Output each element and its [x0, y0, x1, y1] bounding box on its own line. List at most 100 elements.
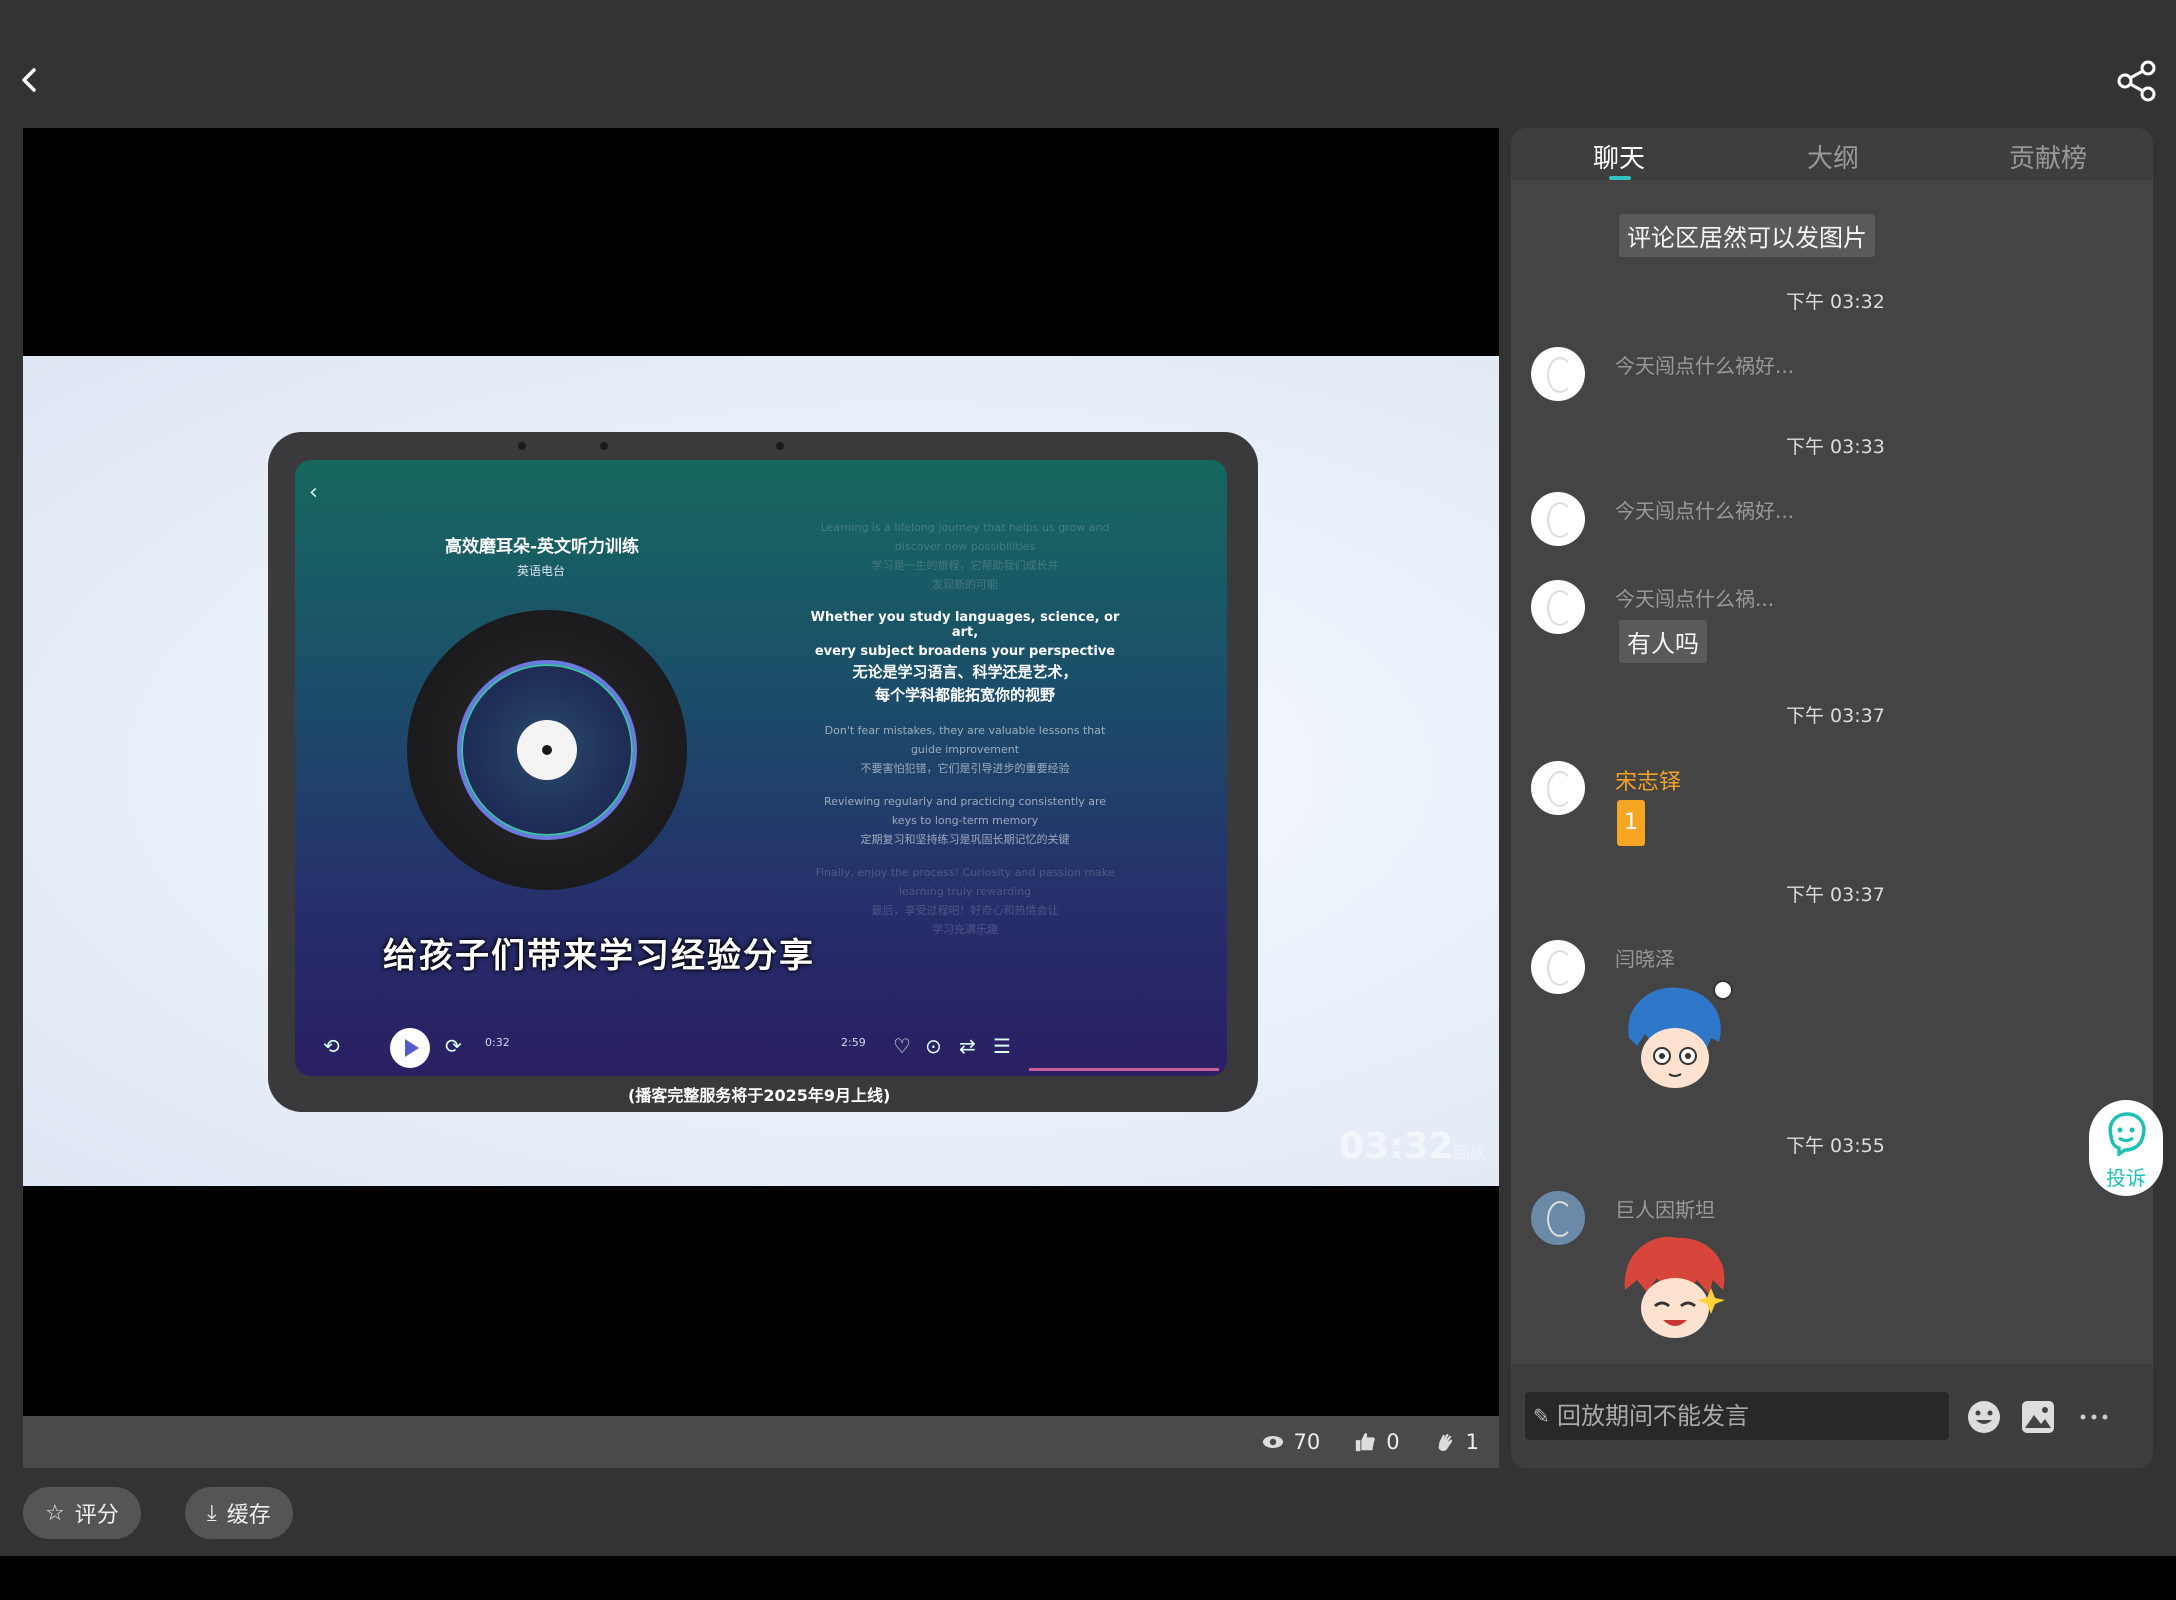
avatar-photo[interactable]	[1531, 1191, 1585, 1245]
lyric-gap	[805, 851, 1125, 865]
chat-message-bubble: 评论区居然可以发图片	[1619, 214, 1875, 257]
eye-icon	[1262, 1436, 1283, 1448]
lyric-line: Learning is a lifelong journey that help…	[820, 521, 1110, 534]
chat-input-placeholder: 回放期间不能发言	[1557, 1402, 1749, 1430]
screen-controls: ⟲ ⟳ 0:32 2:59 ♡ ⊙ ⇄ ☰	[295, 1020, 1227, 1071]
playlist-icon: ☰	[993, 1034, 1011, 1058]
clap-hands-icon	[1438, 1433, 1452, 1451]
screen-subtitle: 英语电台	[517, 564, 566, 578]
emoji-icon[interactable]	[1967, 1400, 2001, 1434]
tablet-device: ‹ 高效磨耳朵-英文听力训练 英语电台 Learning is a lifelo…	[268, 432, 1258, 1112]
sticker-blue-hair-boy[interactable]	[1615, 978, 1735, 1098]
video-player[interactable]: ‹ 高效磨耳朵-英文听力训练 英语电台 Learning is a lifelo…	[23, 128, 1499, 1416]
lyric-line: 发现新的可能	[932, 578, 998, 591]
lyric-line: Reviewing regularly and practicing consi…	[823, 795, 1107, 808]
views-stat: 70	[1262, 1430, 1321, 1454]
top-bar	[0, 0, 2176, 128]
video-frame: ‹ 高效磨耳朵-英文听力训练 英语电台 Learning is a lifelo…	[23, 356, 1499, 1186]
avatar[interactable]	[1531, 940, 1585, 994]
lyric-line: Whether you study languages, science, or…	[810, 610, 1120, 640]
chat-message-preview: 今天闯点什么祸好...	[1615, 354, 1795, 378]
lyric-line: discover new possibilities	[894, 540, 1036, 553]
chat-timestamp: 下午 03:37	[1786, 884, 1885, 906]
panel-tabs: 聊天 大纲 贡献榜	[1511, 128, 2153, 180]
pencil-icon: ✎	[1533, 1404, 1550, 1428]
lyric-line: learning truly rewarding	[898, 885, 1032, 898]
video-stats-bar: 70 0 1	[23, 1416, 1499, 1468]
complain-robot-icon	[2108, 1112, 2146, 1156]
complain-button[interactable]: 投诉	[2089, 1100, 2163, 1196]
lyric-line: 无论是学习语言、科学还是艺术，	[852, 663, 1078, 681]
thumbs-up-icon	[1356, 1432, 1376, 1452]
sticker-red-hair-boy[interactable]	[1615, 1228, 1735, 1348]
rate-button[interactable]: ☆ 评分	[23, 1487, 141, 1539]
chat-message-preview: 今天闯点什么祸...	[1615, 587, 1775, 611]
watermark-time: 03:32	[1339, 1126, 1454, 1167]
claps-stat[interactable]: 1	[1434, 1430, 1479, 1454]
avatar[interactable]	[1531, 347, 1585, 401]
chat-message-bubble: 有人吗	[1619, 620, 1707, 663]
chat-message-bubble-vip: 1	[1617, 800, 1645, 846]
share-icon[interactable]	[2116, 60, 2158, 102]
avatar[interactable]	[1531, 761, 1585, 815]
likes-count: 0	[1386, 1430, 1400, 1454]
tablet-sensor	[600, 442, 608, 450]
chat-timestamp: 下午 03:37	[1786, 705, 1885, 727]
bottom-bar	[0, 1556, 2176, 1600]
chat-timestamp: 下午 03:32	[1786, 291, 1885, 313]
avatar[interactable]	[1531, 580, 1585, 634]
chat-username[interactable]: 闫晓泽	[1615, 943, 1675, 972]
chat-panel: 聊天 大纲 贡献榜 评论区居然可以发图片 下午 03:32 今天闯点什么祸好..…	[1511, 128, 2153, 1468]
lyric-line: 每个学科都能拓宽你的视野	[874, 686, 1055, 704]
cache-button[interactable]: ⤓ 缓存	[185, 1487, 293, 1539]
chat-input-bar: ✎ 回放期间不能发言	[1511, 1364, 2153, 1468]
tab-leaderboard[interactable]: 贡献榜	[2009, 138, 2087, 175]
lyric-line: 学习是一生的旅程，它帮助我们成长并	[871, 559, 1059, 572]
screen-time-current: 0:32	[485, 1036, 510, 1049]
lyric-line: 学习充满乐趣	[932, 923, 998, 936]
tablet-screen: ‹ 高效磨耳朵-英文听力训练 英语电台 Learning is a lifelo…	[295, 460, 1227, 1076]
chat-username[interactable]: 巨人因斯坦	[1615, 1194, 1715, 1223]
chat-input[interactable]: ✎ 回放期间不能发言	[1525, 1392, 1949, 1440]
screen-back-icon: ‹	[309, 480, 318, 505]
chat-message-preview: 今天闯点什么祸好...	[1615, 499, 1795, 523]
rate-label: 评分	[74, 1503, 119, 1528]
tab-chat[interactable]: 聊天	[1593, 138, 1645, 175]
star-icon: ☆	[45, 1500, 65, 1526]
back-arrow-icon[interactable]	[14, 62, 44, 98]
lyric-line: Don't fear mistakes, they are valuable l…	[824, 724, 1106, 737]
screen-time-total: 2:59	[841, 1036, 866, 1049]
likes-stat[interactable]: 0	[1354, 1430, 1400, 1454]
complain-label: 投诉	[2106, 1166, 2146, 1190]
image-icon[interactable]	[2021, 1400, 2055, 1434]
speed-icon: ⊙	[925, 1034, 942, 1058]
cache-label: 缓存	[226, 1503, 271, 1528]
chat-timestamp: 下午 03:33	[1786, 436, 1885, 458]
tab-outline[interactable]: 大纲	[1807, 138, 1859, 175]
tablet-camera	[518, 442, 526, 450]
heart-icon: ♡	[893, 1034, 911, 1058]
screen-progress-tail	[1029, 1068, 1219, 1071]
screen-title: 高效磨耳朵-英文听力训练	[445, 537, 640, 557]
watermark-tag: 回放	[1453, 1143, 1486, 1162]
vinyl-spindle	[542, 745, 552, 755]
lyric-line: guide improvement	[910, 743, 1020, 756]
download-icon: ⤓	[207, 1500, 217, 1526]
vinyl-record-icon	[407, 610, 687, 890]
lyric-line: every subject broadens your perspective	[814, 644, 1116, 659]
video-caption: 给孩子们带来学习经验分享	[383, 936, 815, 976]
lyric-line: keys to long-term memory	[891, 814, 1039, 827]
chat-username-vip[interactable]: 宋志铎	[1615, 764, 1681, 796]
lyric-line: 最后，享受过程吧！好奇心和热情会让	[871, 904, 1059, 917]
avatar[interactable]	[1531, 492, 1585, 546]
forward-icon: ⟳	[445, 1034, 462, 1058]
lyric-gap	[805, 780, 1125, 794]
play-icon	[390, 1028, 430, 1068]
views-count: 70	[1293, 1430, 1321, 1454]
more-icon[interactable]	[2077, 1400, 2111, 1434]
lyric-line: 不要害怕犯错，它们是引导进步的重要经验	[860, 762, 1070, 775]
lyric-gap	[805, 596, 1125, 610]
video-subcaption: (播客完整服务将于2025年9月上线)	[628, 1086, 891, 1105]
lyric-gap	[805, 709, 1125, 723]
loop-icon: ⇄	[959, 1034, 976, 1058]
